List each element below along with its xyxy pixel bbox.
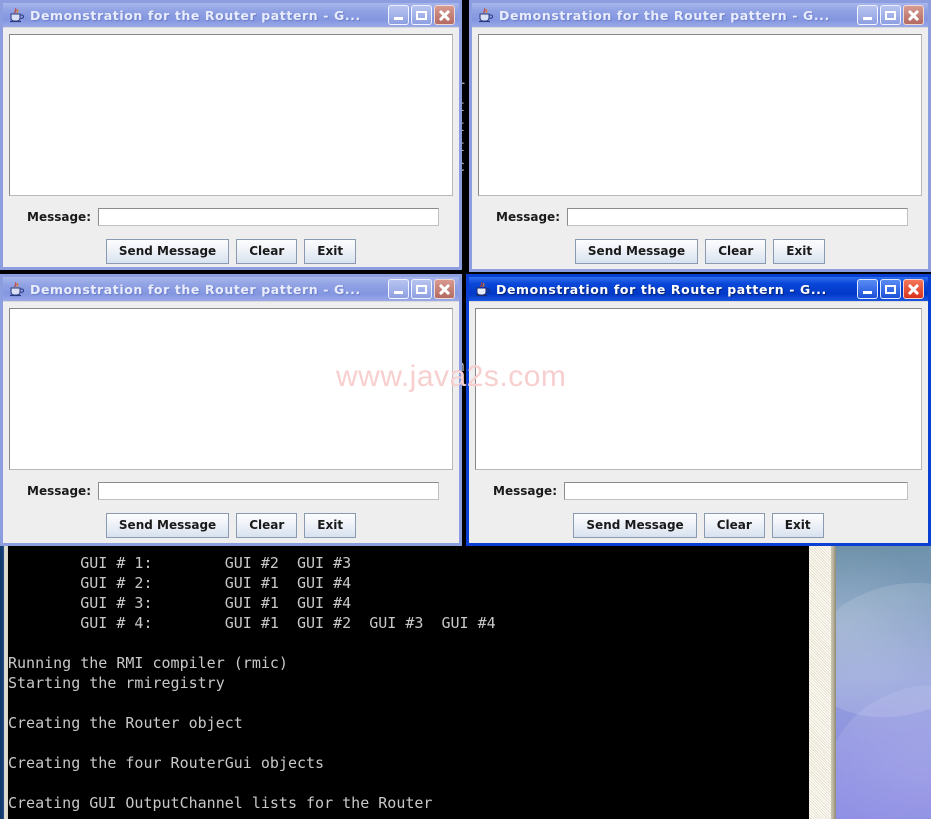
titlebar-window-3[interactable]: Demonstration for the Router pattern - G… [3, 277, 459, 301]
titlebar-buttons-3 [388, 279, 457, 299]
titlebar-buttons-1 [388, 5, 457, 25]
button-row-2: Send Message Clear Exit [478, 239, 922, 264]
message-input-4[interactable] [564, 482, 908, 500]
button-row-1: Send Message Clear Exit [9, 239, 453, 264]
router-gui-window-1[interactable]: Demonstration for the Router pattern - G… [0, 0, 462, 270]
window-title-2: Demonstration for the Router pattern - G… [499, 8, 857, 23]
java-coffee-cup-icon [7, 280, 25, 298]
close-button-2[interactable] [903, 5, 924, 25]
titlebar-window-1[interactable]: Demonstration for the Router pattern - G… [3, 3, 459, 27]
message-label-4: Message: [493, 484, 557, 498]
desktop-background [835, 545, 931, 819]
message-label-2: Message: [496, 210, 560, 224]
close-button-3[interactable] [434, 279, 455, 299]
window-title-3: Demonstration for the Router pattern - G… [30, 282, 388, 297]
exit-button-4[interactable]: Exit [772, 513, 824, 538]
message-row-3: Message: [9, 482, 453, 500]
window-4-content-panel: Message: Send Message Clear Exit [469, 301, 928, 543]
console-output-area[interactable]: GUI # 1: GUI #2 GUI #3 GUI # 2: GUI #1 G… [8, 545, 808, 819]
exit-button-2[interactable]: Exit [773, 239, 825, 264]
message-input-2[interactable] [567, 208, 908, 226]
message-label-3: Message: [27, 484, 91, 498]
console-window[interactable]: GUI # 1: GUI #2 GUI #3 GUI # 2: GUI #1 G… [0, 545, 836, 819]
titlebar-window-2[interactable]: Demonstration for the Router pattern - G… [472, 3, 928, 27]
send-message-button-2[interactable]: Send Message [575, 239, 698, 264]
minimize-icon [863, 291, 872, 294]
clear-button-2[interactable]: Clear [705, 239, 766, 264]
message-label-1: Message: [27, 210, 91, 224]
window-title-1: Demonstration for the Router pattern - G… [30, 8, 388, 23]
message-output-textarea-2[interactable] [478, 34, 922, 196]
close-icon [438, 9, 451, 22]
maximize-button-1[interactable] [411, 5, 432, 25]
maximize-icon [416, 285, 427, 294]
console-output-text: GUI # 1: GUI #2 GUI #3 GUI # 2: GUI #1 G… [8, 553, 496, 813]
titlebar-buttons-2 [857, 5, 926, 25]
message-row-2: Message: [478, 208, 922, 226]
minimize-icon [863, 17, 872, 20]
minimize-button-3[interactable] [388, 279, 409, 299]
minimize-icon [394, 291, 403, 294]
titlebar-buttons-4 [857, 279, 926, 299]
java-coffee-cup-icon [7, 6, 25, 24]
message-input-1[interactable] [98, 208, 439, 226]
window-3-content-panel: Message: Send Message Clear Exit [3, 301, 459, 543]
window-2-content-panel: Message: Send Message Clear Exit [472, 27, 928, 269]
close-button-1[interactable] [434, 5, 455, 25]
send-message-button-1[interactable]: Send Message [106, 239, 229, 264]
router-gui-window-3[interactable]: Demonstration for the Router pattern - G… [0, 274, 462, 546]
exit-button-3[interactable]: Exit [304, 513, 356, 538]
close-button-4[interactable] [903, 279, 924, 299]
console-window-right-edge [831, 545, 836, 819]
java-coffee-cup-icon [476, 6, 494, 24]
message-output-textarea-4[interactable] [475, 308, 922, 470]
maximize-icon [885, 285, 896, 294]
clear-button-3[interactable]: Clear [236, 513, 297, 538]
router-gui-window-4[interactable]: Demonstration for the Router pattern - G… [466, 274, 931, 546]
titlebar-window-4[interactable]: Demonstration for the Router pattern - G… [469, 277, 928, 301]
close-icon [907, 283, 920, 296]
message-row-1: Message: [9, 208, 453, 226]
send-message-button-3[interactable]: Send Message [106, 513, 229, 538]
minimize-icon [394, 17, 403, 20]
maximize-button-3[interactable] [411, 279, 432, 299]
window-title-4: Demonstration for the Router pattern - G… [496, 282, 857, 297]
button-row-3: Send Message Clear Exit [9, 513, 453, 538]
minimize-button-1[interactable] [388, 5, 409, 25]
clear-button-4[interactable]: Clear [704, 513, 765, 538]
console-window-left-border [0, 545, 8, 819]
minimize-button-4[interactable] [857, 279, 878, 299]
message-output-textarea-3[interactable] [9, 308, 453, 470]
console-vertical-scrollbar[interactable] [808, 545, 833, 819]
maximize-icon [885, 11, 896, 20]
close-icon [438, 283, 451, 296]
clear-button-1[interactable]: Clear [236, 239, 297, 264]
window-1-content-panel: Message: Send Message Clear Exit [3, 27, 459, 267]
router-gui-window-2[interactable]: Demonstration for the Router pattern - G… [469, 0, 931, 272]
maximize-icon [416, 11, 427, 20]
close-icon [907, 9, 920, 22]
send-message-button-4[interactable]: Send Message [573, 513, 696, 538]
message-input-3[interactable] [98, 482, 439, 500]
minimize-button-2[interactable] [857, 5, 878, 25]
maximize-button-2[interactable] [880, 5, 901, 25]
maximize-button-4[interactable] [880, 279, 901, 299]
button-row-4: Send Message Clear Exit [475, 513, 922, 538]
screen: GUI # 1: GUI #2 GUI #3 GUI # 2: GUI #1 G… [0, 0, 931, 819]
message-output-textarea-1[interactable] [9, 34, 453, 196]
message-row-4: Message: [475, 482, 922, 500]
java-coffee-cup-icon [473, 280, 491, 298]
exit-button-1[interactable]: Exit [304, 239, 356, 264]
